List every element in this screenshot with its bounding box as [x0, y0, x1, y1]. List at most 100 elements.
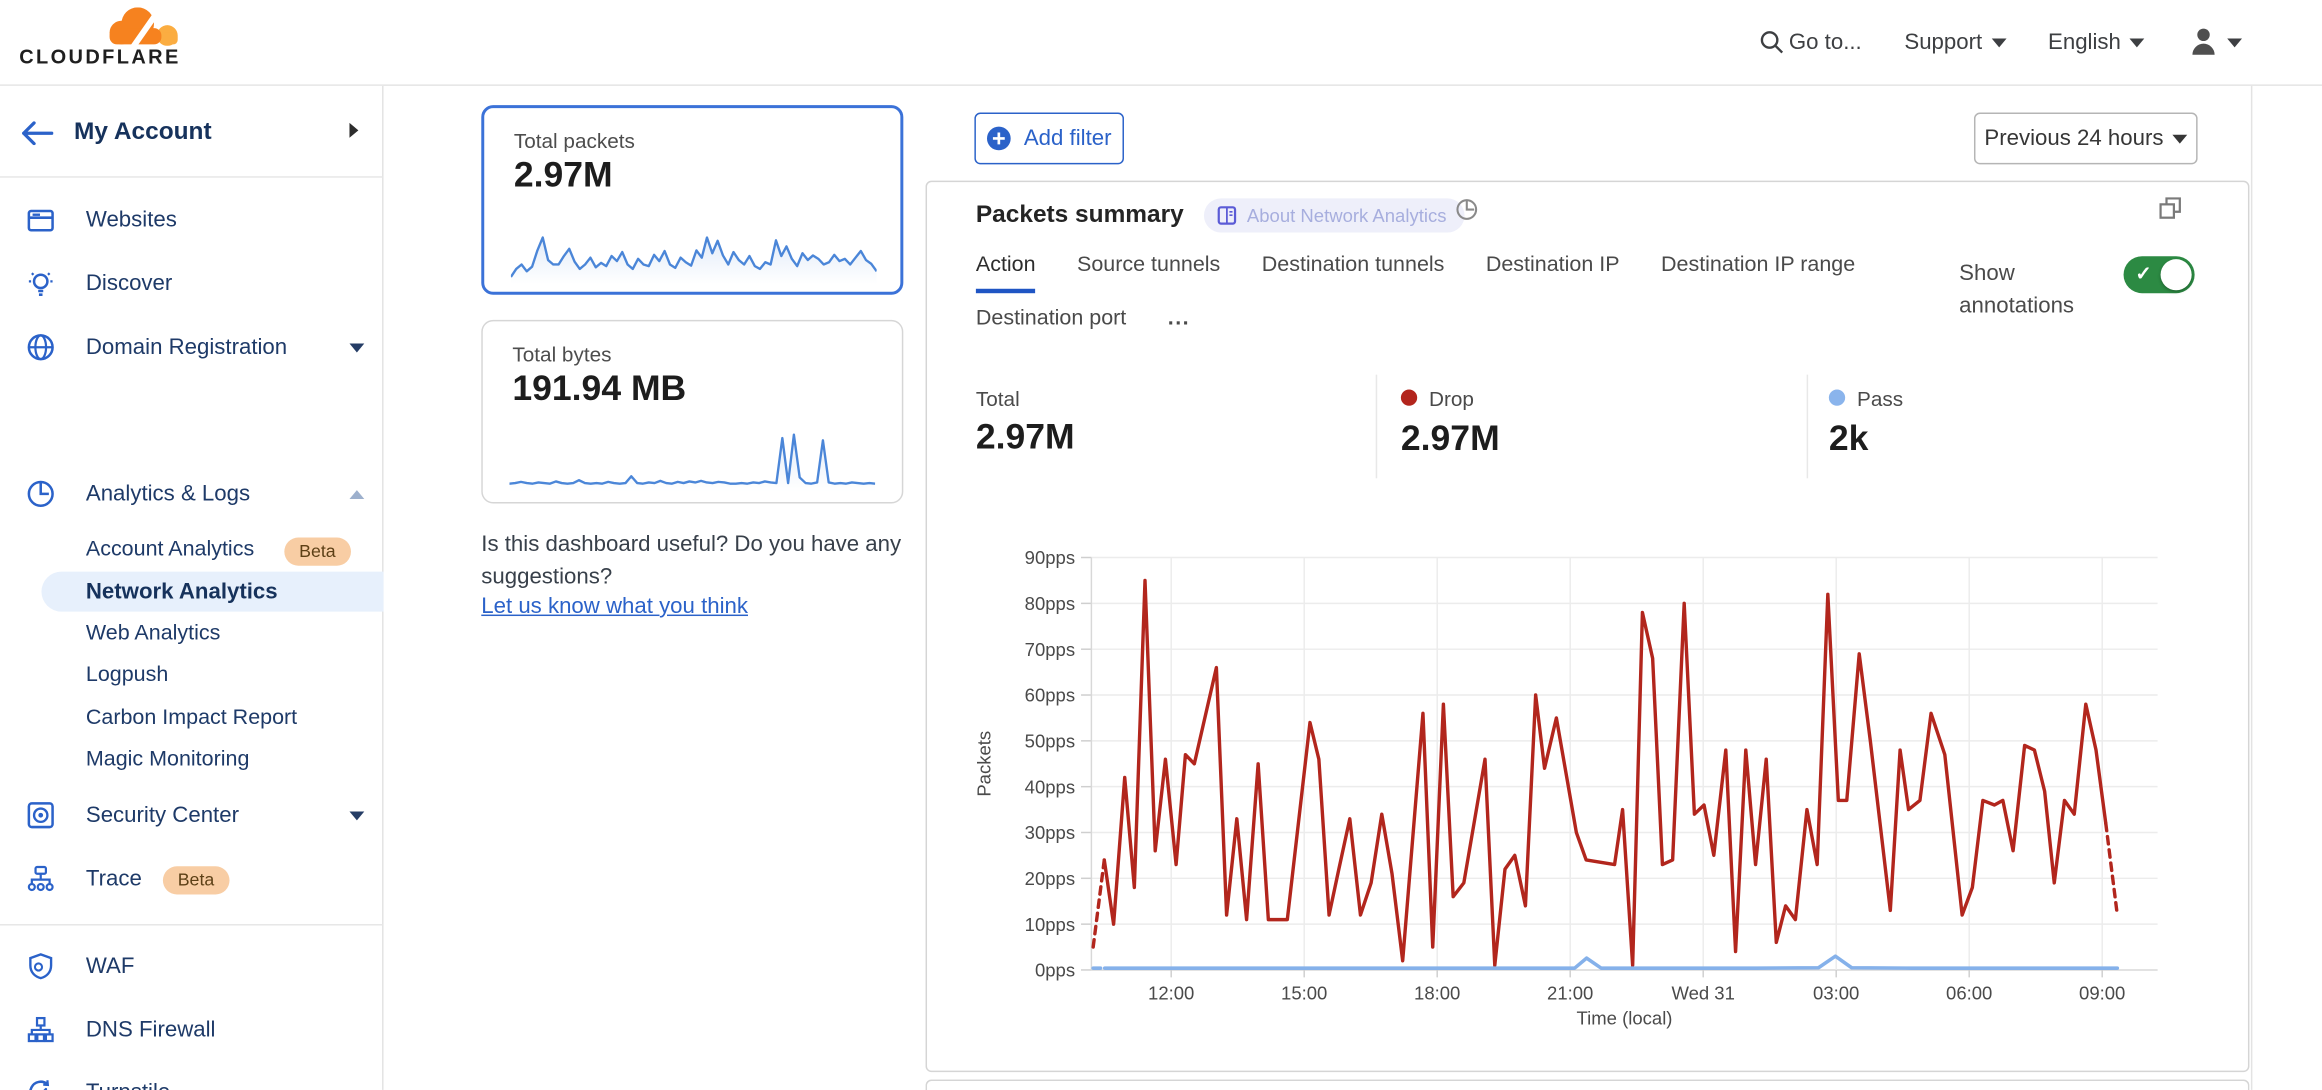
chevron-down-icon: [2130, 39, 2145, 48]
account-menu-chevron-icon[interactable]: [2227, 39, 2242, 48]
chevron-down-icon: [1991, 39, 2006, 48]
packets-line-chart[interactable]: 0pps10pps20pps30pps40pps50pps60pps70pps8…: [949, 532, 2237, 1065]
go-to-search[interactable]: Go to...: [1789, 30, 1862, 55]
card-title: Total packets: [514, 129, 635, 153]
pass-series-dot: [1829, 389, 1845, 405]
packets-summary-panel: Packets summary About Network Analytics …: [926, 181, 2250, 1072]
sidebar-item-magic-monitoring[interactable]: Magic Monitoring: [0, 745, 384, 778]
safe-icon: [27, 801, 55, 829]
svg-text:09:00: 09:00: [2079, 983, 2125, 1004]
hierarchy-icon: [27, 1016, 55, 1044]
lightbulb-icon: [27, 270, 55, 298]
svg-text:06:00: 06:00: [1946, 983, 1992, 1004]
stat-pass: Pass 2k: [1829, 387, 1903, 461]
top-bar: CLOUDFLARE Go to... Support English: [0, 0, 2322, 86]
check-icon: ✓: [2135, 262, 2151, 286]
total-packets-sparkline: [511, 218, 877, 286]
total-bytes-card[interactable]: Total bytes 191.94 MB: [481, 320, 903, 504]
chevron-down-icon: [349, 812, 364, 821]
refresh-check-icon: [27, 1078, 55, 1090]
book-icon: [1217, 206, 1236, 225]
svg-text:Time (local): Time (local): [1577, 1008, 1673, 1029]
beta-badge: Beta: [284, 538, 350, 566]
card-title: Total bytes: [512, 342, 611, 366]
content-right-divider: [2251, 86, 2252, 1090]
chevron-down-icon: [2172, 134, 2187, 143]
tabs-overflow-ellipsis[interactable]: ...: [1168, 307, 1190, 343]
toggle-knob: [2161, 259, 2192, 290]
total-bytes-sparkline: [509, 425, 875, 493]
sidebar-item-analytics-logs[interactable]: Analytics & Logs: [0, 478, 384, 514]
expand-icon[interactable]: [2159, 197, 2181, 219]
search-icon[interactable]: [1759, 30, 1784, 55]
globe-icon: [27, 333, 55, 361]
chevron-down-icon: [349, 344, 364, 353]
sidebar-item-carbon-impact-report[interactable]: Carbon Impact Report: [0, 703, 384, 736]
stat-total: Total 2.97M: [976, 387, 1075, 460]
svg-text:21:00: 21:00: [1547, 983, 1593, 1004]
sidebar-item-discover[interactable]: Discover: [0, 268, 384, 304]
feedback-link[interactable]: Let us know what you think: [481, 594, 748, 619]
svg-text:15:00: 15:00: [1281, 983, 1327, 1004]
next-panel: [926, 1080, 2250, 1090]
trace-icon: [27, 865, 55, 893]
sidebar-item-account-analytics[interactable]: Account Analytics Beta: [0, 535, 384, 568]
svg-text:12:00: 12:00: [1148, 983, 1194, 1004]
chevron-right-icon[interactable]: [349, 123, 358, 138]
tab-destination-ip-range[interactable]: Destination IP range: [1661, 253, 1855, 293]
sidebar-item-domain-registration[interactable]: Domain Registration: [0, 332, 384, 368]
sidebar-item-waf[interactable]: WAF: [0, 951, 384, 987]
back-arrow-icon[interactable]: [21, 121, 54, 145]
svg-text:20pps: 20pps: [1025, 868, 1075, 889]
stat-drop: Drop 2.97M: [1401, 387, 1500, 461]
card-value: 191.94 MB: [512, 369, 686, 410]
about-network-analytics-badge[interactable]: About Network Analytics: [1204, 198, 1464, 232]
account-name[interactable]: My Account: [74, 118, 212, 146]
svg-text:90pps: 90pps: [1025, 547, 1075, 568]
pie-chart-icon: [27, 480, 55, 508]
add-filter-button[interactable]: Add filter: [974, 113, 1124, 165]
sidebar-item-web-analytics[interactable]: Web Analytics: [0, 619, 384, 652]
browser-icon: [27, 207, 55, 235]
data-pie-icon[interactable]: [1456, 198, 1478, 220]
user-icon[interactable]: [2189, 25, 2219, 58]
panel-title: Packets summary: [976, 201, 1184, 229]
svg-text:40pps: 40pps: [1025, 776, 1075, 797]
sidebar-item-websites[interactable]: Websites: [0, 204, 384, 240]
card-value: 2.97M: [514, 155, 613, 196]
sidebar-item-turnstile[interactable]: Turnstile: [0, 1077, 384, 1090]
tab-source-tunnels[interactable]: Source tunnels: [1077, 253, 1220, 293]
show-annotations-toggle[interactable]: ✓: [2124, 256, 2195, 293]
svg-text:Packets: Packets: [974, 731, 995, 797]
sidebar-item-logpush[interactable]: Logpush: [0, 660, 384, 693]
svg-text:50pps: 50pps: [1025, 731, 1075, 752]
support-menu[interactable]: Support: [1904, 30, 2006, 55]
sidebar-item-security-center[interactable]: Security Center: [0, 800, 384, 836]
svg-text:18:00: 18:00: [1414, 983, 1460, 1004]
time-range-dropdown[interactable]: Previous 24 hours: [1974, 113, 2198, 165]
total-packets-card[interactable]: Total packets 2.97M: [481, 105, 903, 295]
sidebar-item-trace[interactable]: Trace Beta: [0, 863, 384, 899]
cloudflare-logo-cloud: [98, 7, 184, 46]
tab-destination-port[interactable]: Destination port: [976, 307, 1126, 343]
sidebar-item-network-analytics[interactable]: Network Analytics: [41, 572, 383, 612]
svg-text:03:00: 03:00: [1813, 983, 1859, 1004]
svg-text:Wed 31: Wed 31: [1671, 983, 1734, 1004]
tab-action[interactable]: Action: [976, 253, 1036, 293]
language-menu[interactable]: English: [2048, 30, 2145, 55]
tab-destination-ip[interactable]: Destination IP: [1486, 253, 1620, 293]
sidebar-item-dns-firewall[interactable]: DNS Firewall: [0, 1014, 384, 1050]
svg-text:80pps: 80pps: [1025, 593, 1075, 614]
svg-text:30pps: 30pps: [1025, 822, 1075, 843]
plus-circle-icon: [987, 126, 1012, 151]
shield-icon: [27, 952, 55, 980]
tab-bar: Action Source tunnels Destination tunnel…: [976, 253, 1924, 342]
tab-destination-tunnels[interactable]: Destination tunnels: [1262, 253, 1445, 293]
beta-badge: Beta: [163, 866, 229, 894]
svg-text:10pps: 10pps: [1025, 914, 1075, 935]
chevron-up-icon: [349, 490, 364, 499]
feedback-question: Is this dashboard useful? Do you have an…: [481, 529, 913, 593]
svg-text:70pps: 70pps: [1025, 639, 1075, 660]
svg-text:60pps: 60pps: [1025, 685, 1075, 706]
show-annotations-label: Show annotations: [1959, 258, 2101, 322]
